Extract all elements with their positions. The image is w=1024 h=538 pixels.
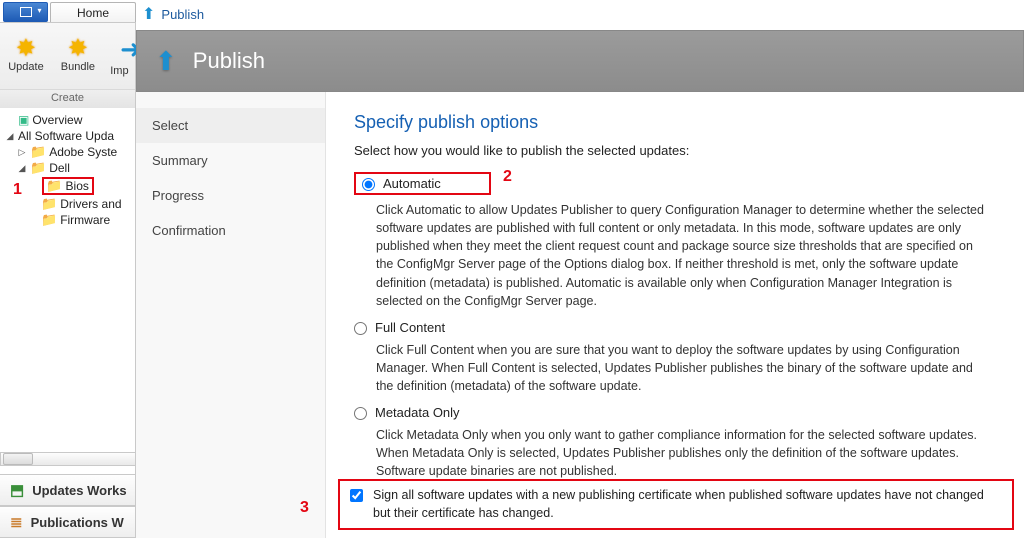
wizard-steps-nav: Select Summary Progress Confirmation	[136, 92, 326, 538]
annotation-1: 1	[13, 181, 22, 199]
tree-label: All Software Upda	[18, 129, 114, 143]
tree-label: Overview	[32, 113, 82, 127]
wizard-step-summary[interactable]: Summary	[136, 143, 325, 178]
section-title: Specify publish options	[354, 112, 992, 133]
bundle-label: Bundle	[61, 61, 95, 73]
tree-label: Firmware	[60, 213, 110, 227]
tree-label: Bios	[66, 179, 89, 193]
instruction-text: Select how you would like to publish the…	[354, 143, 992, 158]
nav-updates-workspace[interactable]: ⬒ Updates Works	[0, 474, 136, 506]
folder-icon: 📁	[41, 198, 57, 210]
bundle-button[interactable]: ✸ Bundle	[52, 23, 104, 89]
folder-icon: 📁	[30, 146, 46, 158]
nav-label: Updates Works	[32, 483, 126, 498]
star-icon: ✸	[68, 39, 88, 59]
sign-updates-text: Sign all software updates with a new pub…	[373, 487, 1002, 522]
radio-metadata-only[interactable]	[354, 407, 367, 420]
nav-publications-workspace[interactable]: ≣ Publications W	[0, 506, 136, 538]
publish-arrow-icon: ⬆	[155, 46, 177, 77]
radio-metadata-only-label: Metadata Only	[375, 405, 460, 420]
annotation-2: 2	[503, 168, 512, 186]
annotation-3: 3	[300, 499, 309, 517]
wizard-step-select[interactable]: Select	[136, 108, 325, 143]
update-label: Update	[8, 61, 43, 73]
update-button[interactable]: ✸ Update	[0, 23, 52, 89]
automatic-description: Click Automatic to allow Updates Publish…	[376, 201, 992, 310]
ribbon: ✸ Update ✸ Bundle Imp Create	[0, 22, 136, 108]
tree-item-firmware[interactable]: 📁 Firmware	[2, 212, 133, 228]
import-label: Imp	[110, 65, 128, 77]
app-menu-button[interactable]	[3, 2, 48, 22]
tree-label: Drivers and	[60, 197, 121, 211]
star-icon: ✸	[16, 39, 36, 59]
full-content-description: Click Full Content when you are sure tha…	[376, 341, 992, 395]
tree-item-adobe[interactable]: ▷ 📁 Adobe Syste	[2, 144, 133, 160]
nav-label: Publications W	[31, 515, 124, 530]
page-title: Publish	[193, 48, 265, 74]
navigation-tree-panel: ▣ Overview ◢ All Software Upda ▷ 📁 Adobe…	[0, 108, 136, 538]
tab-home[interactable]: Home	[50, 2, 136, 22]
checkbox-sign-updates[interactable]	[350, 489, 363, 502]
folder-icon: 📁	[41, 214, 57, 226]
radio-full-content[interactable]	[354, 322, 367, 335]
sign-updates-block: Sign all software updates with a new pub…	[338, 479, 1014, 530]
publications-icon: ≣	[10, 513, 23, 531]
wizard-step-confirmation[interactable]: Confirmation	[136, 213, 325, 248]
tree-item-overview[interactable]: ▣ Overview	[2, 112, 133, 128]
folder-icon: 📁	[46, 178, 62, 193]
breadcrumb-label: Publish	[161, 7, 204, 22]
tree-item-dell[interactable]: ◢ 📁 Dell	[2, 160, 133, 176]
page-banner: ⬆ Publish	[136, 30, 1024, 92]
folder-icon: 📁	[30, 162, 46, 174]
up-arrow-icon[interactable]: ⬆	[142, 4, 155, 24]
tree-label: Adobe Syste	[49, 145, 117, 159]
main-content: Specify publish options Select how you w…	[326, 92, 1020, 538]
updates-icon: ⬒	[10, 481, 24, 499]
radio-automatic-label: Automatic	[383, 176, 441, 191]
horizontal-scrollbar[interactable]	[0, 452, 136, 466]
radio-automatic[interactable]	[362, 178, 375, 191]
ribbon-group-label: Create	[0, 89, 135, 108]
breadcrumb: ⬆ Publish	[142, 4, 204, 24]
metadata-only-description: Click Metadata Only when you only want t…	[376, 426, 992, 480]
tree-label: Dell	[49, 161, 70, 175]
overview-icon: ▣	[18, 113, 29, 127]
tree-item-all-software-updates[interactable]: ◢ All Software Upda	[2, 128, 133, 144]
radio-full-content-label: Full Content	[375, 320, 445, 335]
wizard-step-progress[interactable]: Progress	[136, 178, 325, 213]
